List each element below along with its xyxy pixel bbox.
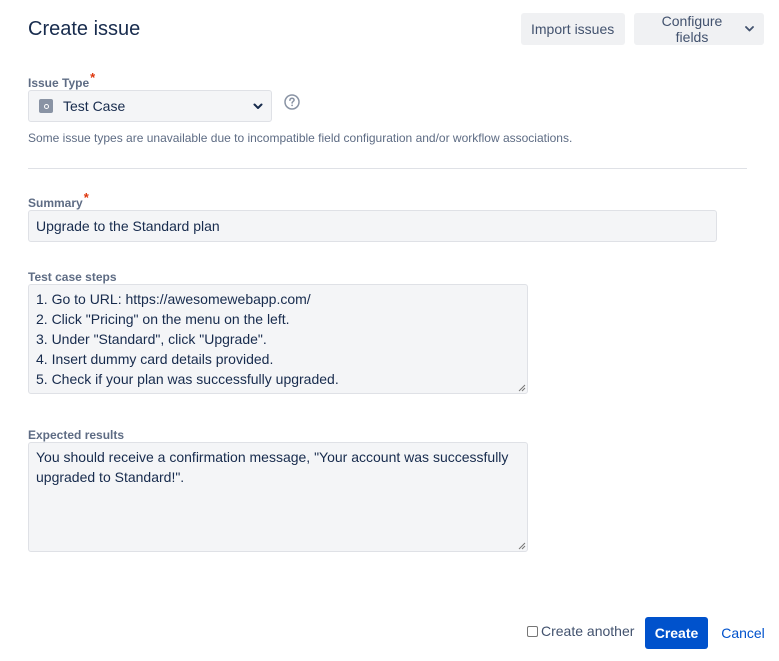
issue-type-select[interactable]: Test Case xyxy=(28,90,272,122)
expected-results-textarea[interactable]: You should receive a confirmation messag… xyxy=(28,442,528,552)
create-another-toggle[interactable]: Create another xyxy=(527,623,634,639)
chevron-down-icon xyxy=(745,26,754,32)
issue-type-label-text: Issue Type xyxy=(28,76,90,90)
resize-handle-icon[interactable] xyxy=(517,541,526,550)
required-mark: * xyxy=(83,190,89,205)
required-mark: * xyxy=(90,70,96,85)
summary-label: Summary* xyxy=(28,191,89,211)
issue-type-value: Test Case xyxy=(63,98,126,114)
import-issues-button[interactable]: Import issues xyxy=(521,13,625,45)
create-button[interactable]: Create xyxy=(645,617,708,649)
expected-results-label: Expected results xyxy=(28,428,125,442)
create-another-checkbox[interactable] xyxy=(527,625,538,637)
resize-handle-icon[interactable] xyxy=(517,383,526,392)
help-icon[interactable] xyxy=(284,94,300,110)
summary-input[interactable] xyxy=(28,210,717,242)
configure-fields-button[interactable]: Configure fields xyxy=(634,13,764,45)
page-title: Create issue xyxy=(28,18,141,40)
test-case-steps-text: 1. Go to URL: https://awesomewebapp.com/… xyxy=(36,291,339,387)
issue-type-note: Some issue types are unavailable due to … xyxy=(28,131,573,145)
configure-fields-label: Configure fields xyxy=(661,13,723,45)
test-case-steps-textarea[interactable]: 1. Go to URL: https://awesomewebapp.com/… xyxy=(28,284,528,394)
cancel-button[interactable]: Cancel xyxy=(715,617,771,649)
test-case-icon xyxy=(39,99,53,113)
summary-label-text: Summary xyxy=(28,196,83,210)
chevron-down-icon xyxy=(253,103,263,110)
issue-type-label: Issue Type* xyxy=(28,71,95,91)
expected-results-text: You should receive a confirmation messag… xyxy=(36,449,513,485)
import-issues-label: Import issues xyxy=(531,21,615,37)
test-case-steps-label: Test case steps xyxy=(28,270,117,284)
create-another-label: Create another xyxy=(541,623,635,639)
divider xyxy=(28,168,747,169)
